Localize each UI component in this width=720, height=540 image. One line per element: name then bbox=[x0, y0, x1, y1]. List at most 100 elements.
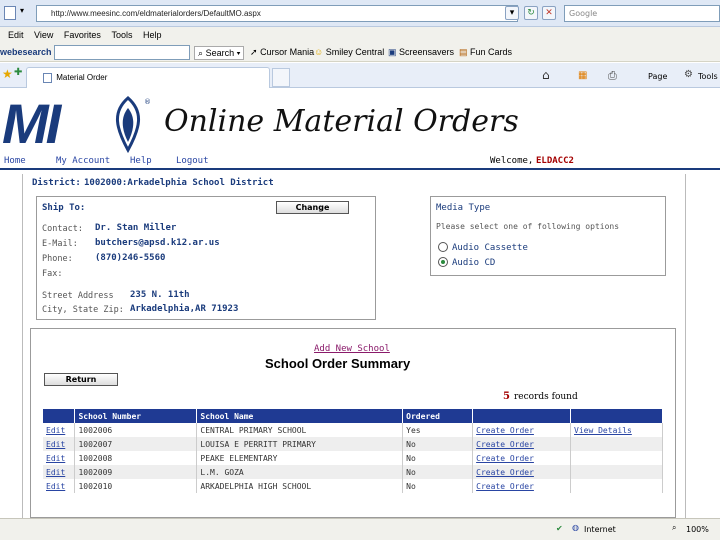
url-input[interactable]: http://www.meesinc.com/eldmaterialorders… bbox=[36, 5, 518, 22]
toolbar-item-label: Screensavers bbox=[399, 47, 455, 57]
new-tab-button[interactable] bbox=[272, 68, 290, 87]
search-box[interactable]: Google bbox=[564, 5, 720, 22]
email-label: E-Mail: bbox=[42, 239, 78, 249]
toolbar-search-button[interactable]: ⌕ Search ▾ bbox=[194, 46, 245, 60]
phone-value: (870)246-5560 bbox=[95, 253, 166, 263]
edit-link[interactable]: Edit bbox=[46, 440, 65, 449]
table-row: Edit 1002010 ARKADELPHIA HIGH SCHOOL No … bbox=[43, 479, 663, 493]
toolbar-item-funcards[interactable]: ▤ Fun Cards bbox=[459, 47, 512, 58]
refresh-icon[interactable]: ↻ bbox=[524, 6, 538, 20]
toolbar-item-cursor[interactable]: ➚ Cursor Mania bbox=[250, 47, 314, 58]
return-button[interactable]: Return bbox=[44, 373, 118, 386]
welcome-label: Welcome, bbox=[490, 156, 534, 166]
media-instruction: Please select one of following options bbox=[436, 222, 620, 231]
school-table: School Number School Name Ordered Edit 1… bbox=[43, 409, 663, 493]
email-value: butchers@apsd.k12.ar.us bbox=[95, 238, 220, 248]
toolbar-item-screensavers[interactable]: ▣ Screensavers bbox=[388, 47, 454, 58]
empty-cell bbox=[570, 465, 663, 479]
view-details-link[interactable]: View Details bbox=[574, 426, 632, 435]
add-favorites-icon[interactable]: ✚ bbox=[14, 67, 22, 78]
district-label: District: bbox=[32, 178, 81, 188]
zoom-level[interactable]: 100% bbox=[686, 525, 709, 534]
logo: MI bbox=[2, 92, 61, 155]
edit-link[interactable]: Edit bbox=[46, 426, 65, 435]
menu-item-help[interactable]: Help bbox=[143, 27, 162, 43]
search-toolbar: webesearch ⌕ Search ▾ ➚ Cursor Mania ☺ S… bbox=[0, 43, 720, 62]
school-number: 1002006 bbox=[74, 423, 198, 437]
dropdown-icon[interactable]: ▾ bbox=[505, 6, 519, 20]
ordered-status: No bbox=[402, 465, 474, 479]
card-icon: ▤ bbox=[459, 47, 468, 57]
print-icon[interactable]: ⎙ bbox=[608, 69, 617, 83]
city-value: Arkadelphia,AR 71923 bbox=[130, 304, 239, 314]
ordered-status: No bbox=[402, 479, 474, 493]
create-order-link[interactable]: Create Order bbox=[476, 468, 534, 477]
table-row: Edit 1002009 L.M. GOZA No Create Order bbox=[43, 465, 663, 479]
table-row: Edit 1002007 LOUISA E PERRITT PRIMARY No… bbox=[43, 437, 663, 451]
radio-label-cd: Audio CD bbox=[452, 258, 496, 268]
ordered-status: Yes bbox=[402, 423, 474, 437]
ship-to-panel bbox=[36, 196, 376, 320]
add-new-school-link[interactable]: Add New School bbox=[314, 344, 390, 354]
edit-link[interactable]: Edit bbox=[46, 468, 65, 477]
city-label: City, State Zip: bbox=[42, 305, 124, 315]
school-name: PEAKE ELEMENTARY bbox=[196, 451, 404, 465]
records-label: records found bbox=[514, 392, 578, 402]
school-number: 1002010 bbox=[74, 479, 198, 493]
media-type-title: Media Type bbox=[436, 203, 491, 213]
nav-my-account[interactable]: My Account bbox=[56, 156, 110, 166]
table-row: Edit 1002006 CENTRAL PRIMARY SCHOOL Yes … bbox=[43, 423, 663, 437]
gear-icon[interactable]: ⚙ bbox=[684, 69, 693, 80]
ordered-status: No bbox=[402, 451, 474, 465]
radio-audio-cd[interactable] bbox=[438, 257, 448, 267]
menu-bar: Edit View Favorites Tools Help bbox=[0, 27, 720, 43]
svg-text:®: ® bbox=[144, 98, 150, 106]
change-button[interactable]: Change bbox=[276, 201, 349, 214]
edit-link[interactable]: Edit bbox=[46, 482, 65, 491]
nav-home[interactable]: Home bbox=[4, 156, 26, 166]
radio-audio-cassette[interactable] bbox=[438, 242, 448, 252]
page-menu[interactable]: Page bbox=[648, 72, 667, 81]
column-header: Ordered bbox=[402, 409, 474, 423]
monitor-icon: ▣ bbox=[388, 47, 397, 57]
create-order-link[interactable]: Create Order bbox=[476, 426, 534, 435]
nav-help[interactable]: Help bbox=[130, 156, 152, 166]
toolbar-item-label: Fun Cards bbox=[470, 47, 513, 57]
phone-label: Phone: bbox=[42, 254, 73, 264]
column-header: School Number bbox=[74, 409, 198, 423]
toolbar-search-input[interactable] bbox=[54, 45, 190, 60]
radio-dot bbox=[441, 260, 445, 264]
school-name: LOUISA E PERRITT PRIMARY bbox=[196, 437, 404, 451]
create-order-link[interactable]: Create Order bbox=[476, 482, 534, 491]
school-number: 1002007 bbox=[74, 437, 198, 451]
create-order-link[interactable]: Create Order bbox=[476, 454, 534, 463]
create-order-link[interactable]: Create Order bbox=[476, 440, 534, 449]
tools-menu[interactable]: Tools bbox=[698, 72, 718, 81]
home-icon[interactable]: ⌂ bbox=[542, 68, 550, 82]
favorites-star-icon[interactable]: ★ bbox=[2, 67, 13, 81]
nav-logout[interactable]: Logout bbox=[176, 156, 209, 166]
menu-item-tools[interactable]: Tools bbox=[111, 27, 132, 43]
column-header bbox=[570, 409, 663, 423]
school-name: ARKADELPHIA HIGH SCHOOL bbox=[196, 479, 404, 493]
site-title: Online Material Orders bbox=[164, 104, 519, 139]
welcome-user: ELDACC2 bbox=[536, 156, 574, 166]
edit-link[interactable]: Edit bbox=[46, 454, 65, 463]
menu-item-edit[interactable]: Edit bbox=[8, 27, 24, 43]
school-name: L.M. GOZA bbox=[196, 465, 404, 479]
column-header bbox=[472, 409, 572, 423]
toolbar-item-smiley[interactable]: ☺ Smiley Central bbox=[314, 47, 384, 57]
address-bar-area: ▾ http://www.meesinc.com/eldmaterialorde… bbox=[0, 0, 720, 27]
chevron-down-icon[interactable]: ▾ bbox=[20, 6, 24, 15]
tab-material-order[interactable]: Material Order bbox=[26, 67, 270, 88]
street-value: 235 N. 11th bbox=[130, 290, 190, 300]
stop-icon[interactable]: ✕ bbox=[542, 6, 556, 20]
menu-item-favorites[interactable]: Favorites bbox=[64, 27, 101, 43]
tab-title: Material Order bbox=[56, 73, 108, 83]
magnifier-icon[interactable]: ⌕ bbox=[672, 523, 676, 533]
page-icon bbox=[4, 6, 16, 20]
feeds-icon[interactable]: ▦ bbox=[578, 70, 587, 81]
school-name: CENTRAL PRIMARY SCHOOL bbox=[196, 423, 404, 437]
menu-item-view[interactable]: View bbox=[34, 27, 53, 43]
page-icon bbox=[43, 73, 52, 83]
